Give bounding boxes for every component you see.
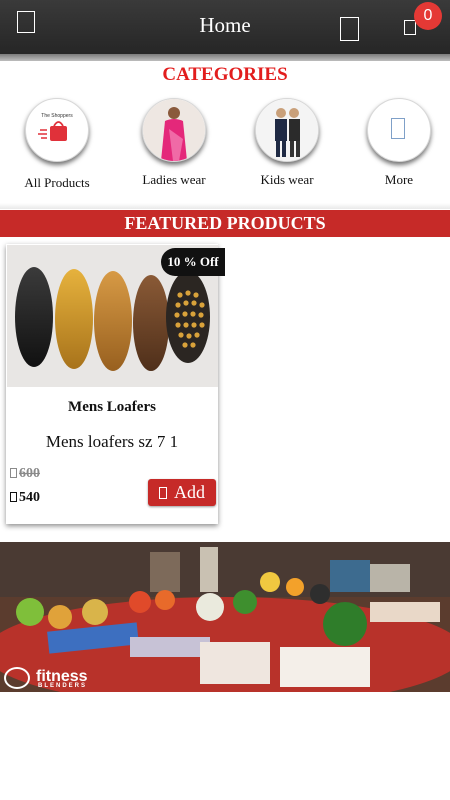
add-button-label: Add [174, 482, 205, 502]
product-name: Mens Loafers [68, 399, 156, 415]
app-bar: Home 0 [0, 0, 450, 54]
category-label: All Products [24, 175, 90, 190]
category-more[interactable]: More [353, 98, 445, 188]
search-icon[interactable] [340, 17, 359, 41]
cart-count-badge[interactable]: 0 [414, 2, 442, 30]
discount-badge: 10 % Off [161, 248, 225, 276]
category-label: Kids wear [260, 172, 314, 187]
category-label: Ladies wear [142, 172, 206, 187]
currency-icon [10, 468, 17, 478]
kids-wear-image [255, 98, 319, 162]
new-price: 540 [10, 490, 40, 506]
category-label: More [384, 172, 414, 187]
new-price-value: 540 [19, 490, 40, 505]
cart-icon [159, 487, 167, 499]
brand-ring-icon [4, 667, 30, 689]
promo-brand-sub: BLENDERS [38, 683, 88, 689]
app-bar-shadow [0, 54, 450, 61]
ladies-wear-image [142, 98, 206, 162]
categories-title: CATEGORIES [162, 64, 288, 85]
product-card[interactable]: 10 % Off Mens Loafers Mens loafers sz 7 … [6, 244, 225, 524]
old-price-value: 600 [19, 466, 40, 481]
featured-products-title: FEATURED PRODUCTS [0, 210, 450, 237]
category-ladies-wear[interactable]: Ladies wear [128, 98, 220, 188]
category-kids-wear[interactable]: Kids wear [241, 98, 333, 188]
all-products-image: The Shoppers [25, 98, 89, 162]
page-title: Home [199, 13, 251, 37]
old-price: 600 [10, 466, 40, 482]
more-image [367, 98, 431, 162]
promo-banner[interactable]: fitness BLENDERS [0, 542, 450, 692]
category-all-products[interactable]: The Shoppers All Products [11, 98, 103, 191]
product-description: Mens loafers sz 7 1 [45, 432, 179, 451]
categories-panel-bottom [0, 203, 450, 209]
add-to-cart-button[interactable]: Add [148, 479, 216, 506]
promo-brand-logo: fitness BLENDERS [4, 667, 88, 689]
currency-icon [10, 492, 17, 502]
svg-text:The Shoppers: The Shoppers [41, 113, 73, 119]
more-icon [391, 118, 405, 139]
cart-icon[interactable] [404, 20, 416, 35]
